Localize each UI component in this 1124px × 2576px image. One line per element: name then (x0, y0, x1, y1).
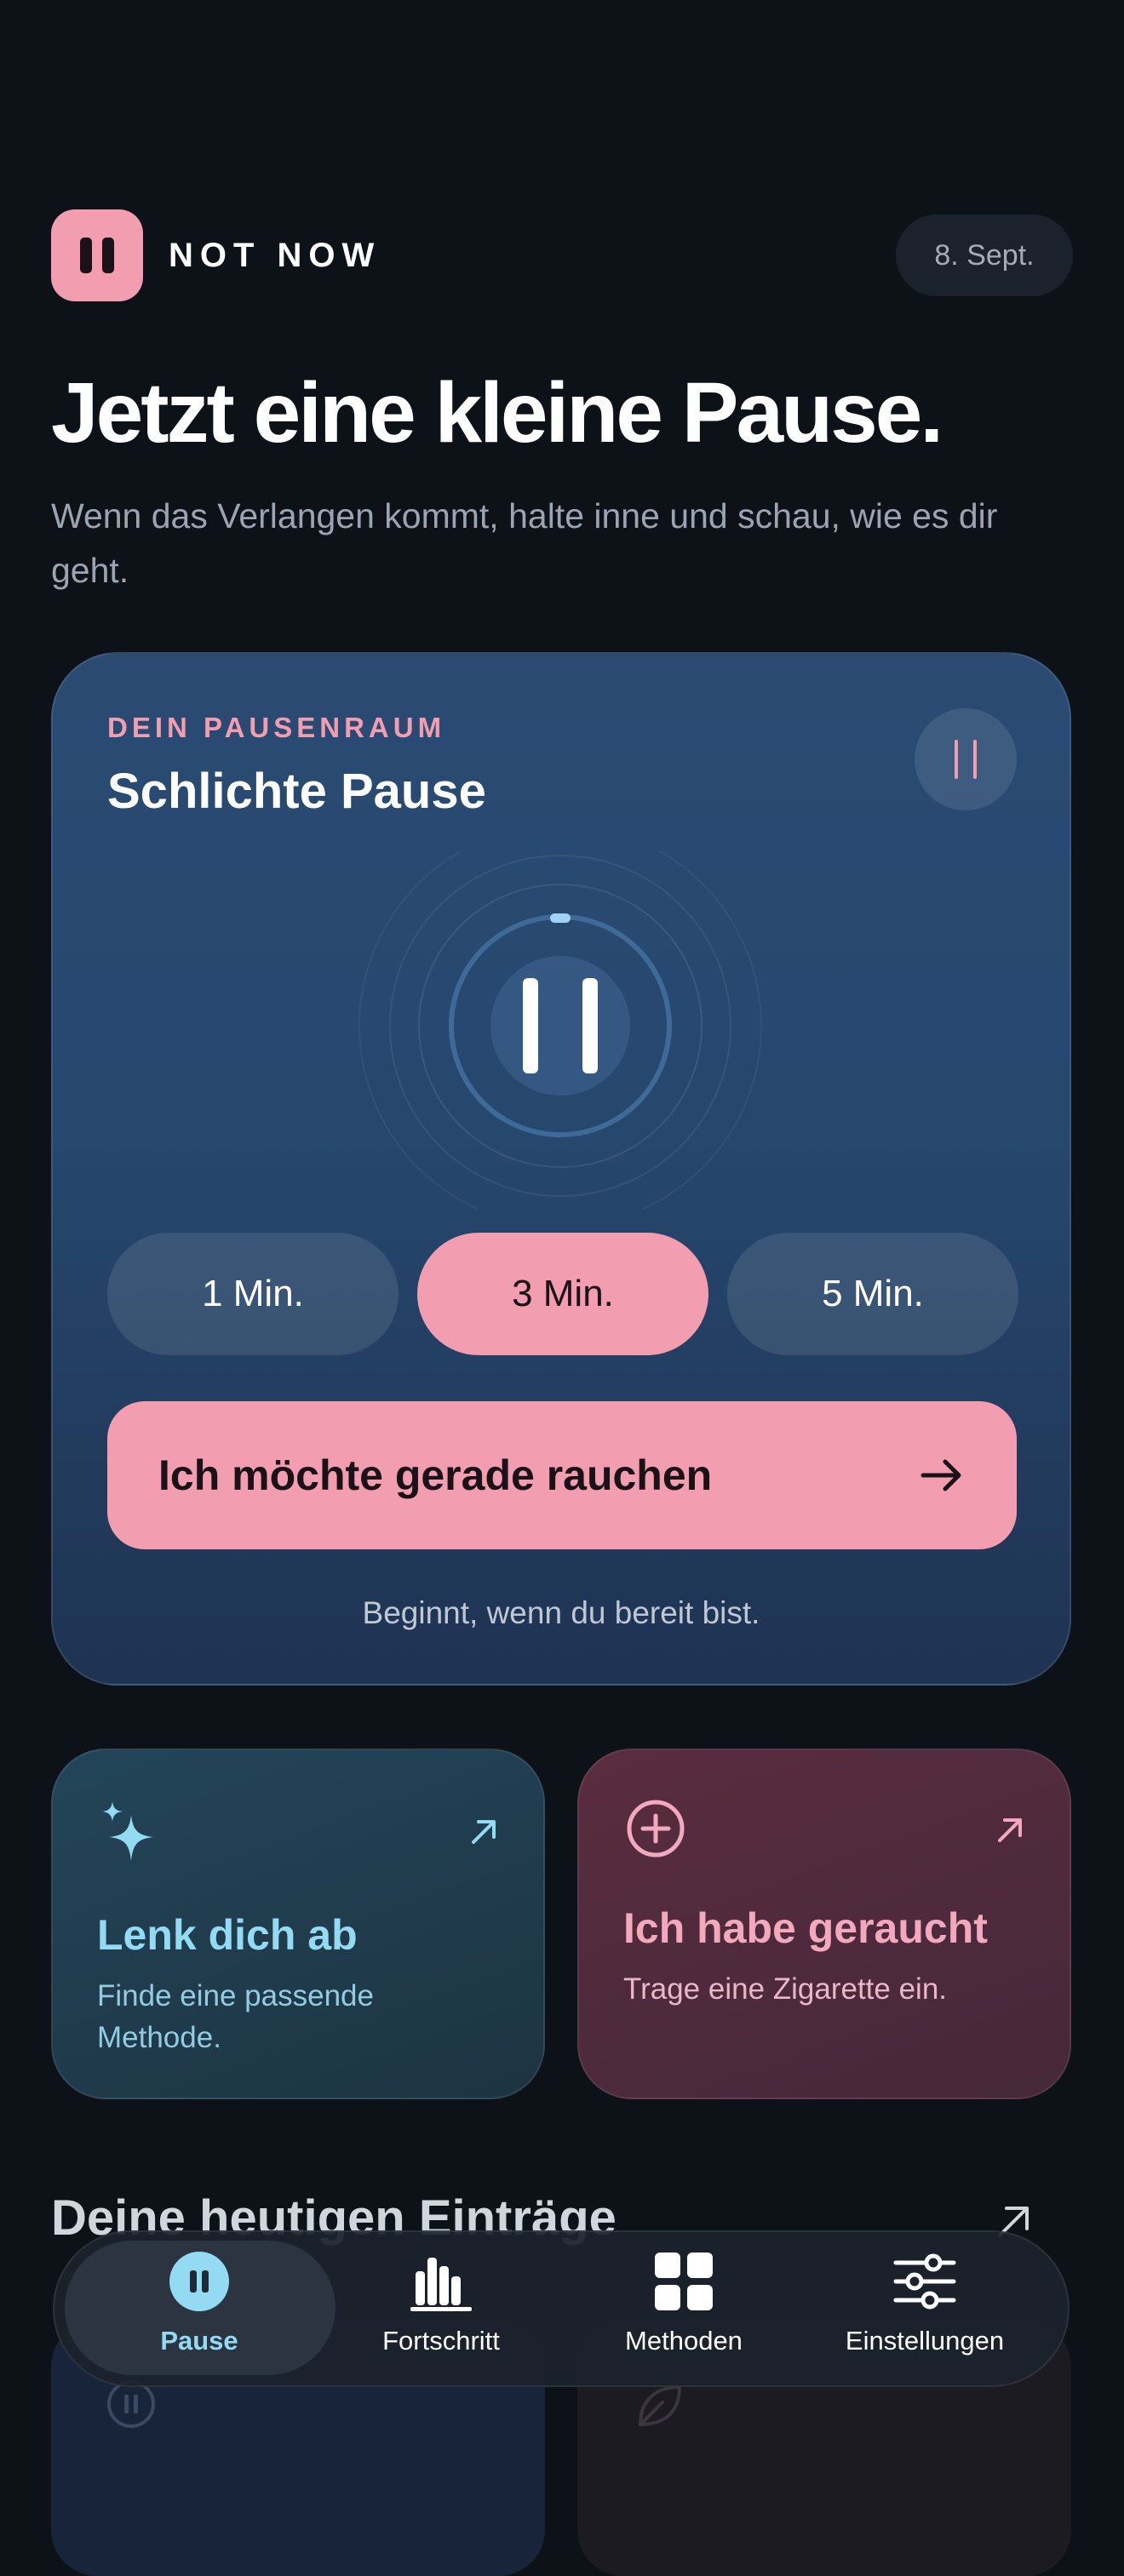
distract-subtitle: Finde eine passende Methode. (97, 1979, 374, 2054)
page-title: Jetzt eine kleine Pause. (51, 365, 943, 461)
duration-option-3[interactable]: 3 Min. (417, 1233, 708, 1355)
start-craving-button[interactable]: Ich möchte gerade rauchen (107, 1401, 1017, 1549)
tab-label: Fortschritt (382, 2326, 500, 2356)
pause-bar (973, 740, 977, 779)
tab-label: Pause (160, 2326, 238, 2356)
pause-icon (169, 2252, 229, 2311)
tab-label: Methoden (625, 2326, 743, 2356)
arrow-right-icon (920, 1459, 961, 1491)
card-title: Schlichte Pause (107, 764, 486, 819)
distract-title: Lenk dich ab (97, 1911, 358, 1959)
arrow-up-right-icon (472, 1820, 496, 1844)
smoked-subtitle: Trage eine Zigarette ein. (623, 1972, 948, 2006)
timer-visual (358, 851, 762, 1209)
logo-pause-bar (80, 238, 92, 273)
pause-mode-button[interactable] (915, 708, 1017, 810)
tab-methods[interactable]: Methoden (565, 2247, 803, 2372)
bar-chart-icon (410, 2258, 472, 2311)
sparkles-icon (102, 1801, 153, 1861)
grid-icon (655, 2253, 713, 2310)
smoked-title: Ich habe geraucht (623, 1904, 988, 1952)
duration-option-1[interactable]: 1 Min. (107, 1233, 399, 1355)
tab-progress[interactable]: Fortschritt (322, 2247, 560, 2372)
duration-option-5[interactable]: 5 Min. (727, 1233, 1018, 1355)
plus-circle-icon (627, 1800, 685, 1858)
page-subtitle: Wenn das Verlangen kommt, halte inne und… (51, 496, 998, 590)
date-badge[interactable]: 8. Sept. (896, 215, 1073, 296)
arrow-up-right-icon (998, 1818, 1022, 1842)
logo-pause-bar (102, 238, 114, 273)
timer-progress-marker (550, 913, 571, 923)
start-hint: Beginnt, wenn du bereit bist. (362, 1595, 760, 1630)
tab-settings[interactable]: Einstellungen (806, 2247, 1044, 2372)
app-logo (51, 209, 143, 301)
sliders-icon (893, 2253, 956, 2310)
tab-label: Einstellungen (845, 2326, 1005, 2356)
pause-bar (955, 740, 958, 779)
timer-pause-bar (582, 978, 598, 1073)
tab-pause[interactable]: Pause (80, 2247, 318, 2372)
start-craving-label: Ich möchte gerade rauchen (158, 1451, 713, 1499)
brand-name: NOT NOW (169, 237, 381, 274)
card-eyebrow: DEIN PAUSENRAUM (107, 712, 446, 743)
timer-pause-bar (523, 978, 538, 1073)
timer-core (490, 956, 630, 1096)
